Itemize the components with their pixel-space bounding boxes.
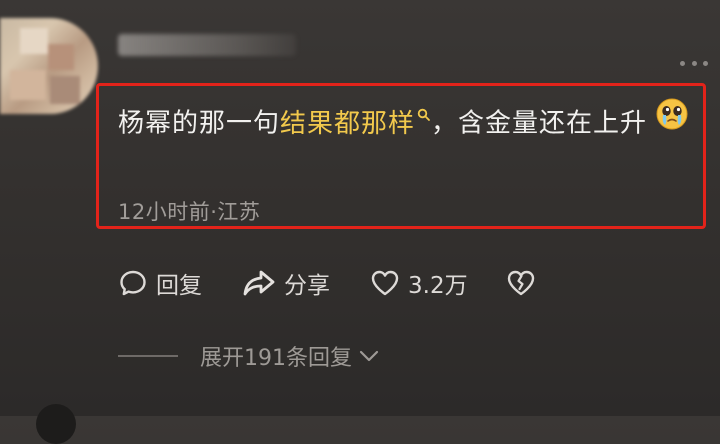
more-dot: [691, 60, 697, 66]
dislike-button[interactable]: [506, 268, 536, 298]
comment-meta: 12小时前·江苏: [118, 200, 261, 224]
comment-text-after: ，含金量还在上升: [431, 108, 648, 139]
avatar-pixel: [48, 44, 74, 70]
avatar[interactable]: [0, 18, 98, 114]
expand-replies-label: 展开191条回复: [200, 346, 352, 371]
share-icon: [242, 268, 276, 298]
share-label: 分享: [284, 273, 330, 299]
avatar-pixel: [10, 70, 46, 100]
reply-icon: [118, 268, 148, 298]
divider: [118, 355, 178, 357]
avatar-pixel: [20, 28, 48, 54]
next-comment-avatar[interactable]: [36, 404, 76, 444]
crying-emoji-icon: [655, 97, 689, 145]
share-button[interactable]: 分享: [242, 266, 330, 300]
search-keyword-text: 结果都那样: [280, 108, 416, 139]
search-keyword-link[interactable]: 结果都那样: [280, 109, 431, 139]
reply-button[interactable]: 回复: [118, 266, 202, 300]
like-count: 3.2万: [408, 273, 468, 299]
heart-icon: [370, 268, 400, 298]
like-button[interactable]: 3.2万: [370, 266, 468, 300]
more-dot: [703, 60, 708, 66]
comment-text-before: 杨幂的那一句: [118, 108, 281, 139]
broken-heart-icon: [506, 268, 536, 298]
avatar-pixel: [50, 76, 80, 104]
chevron-down-icon: [358, 344, 380, 369]
expand-replies-button[interactable]: 展开191条回复: [118, 340, 380, 372]
comment-text: 杨幂的那一句结果都那样 ，含金量还在上升: [118, 92, 698, 148]
reply-label: 回复: [156, 273, 202, 299]
username-blurred[interactable]: [118, 34, 296, 56]
action-bar: 回复 分享 3.2万: [0, 262, 720, 306]
more-dot: [680, 60, 685, 66]
search-icon: [417, 92, 431, 136]
more-icon[interactable]: [676, 56, 712, 70]
